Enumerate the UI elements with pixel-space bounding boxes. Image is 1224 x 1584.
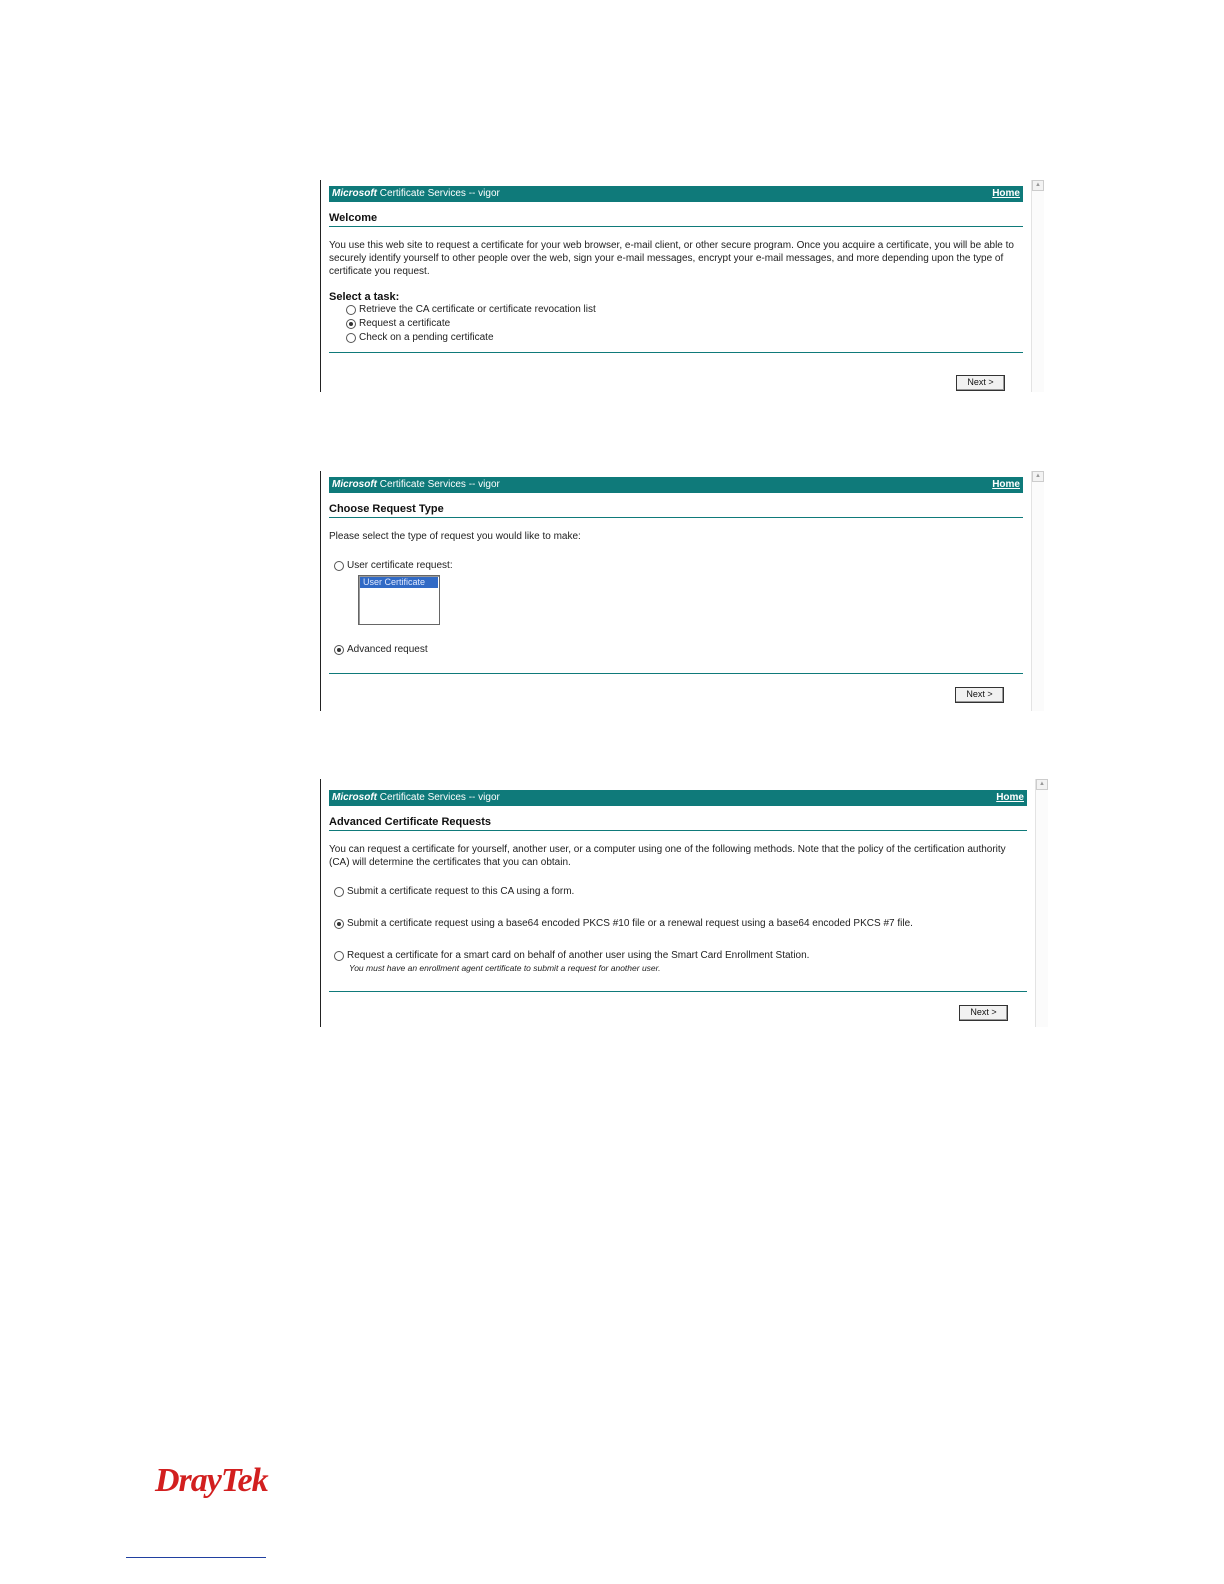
home-link[interactable]: Home	[992, 186, 1020, 202]
welcome-screenshot: ▲ Microsoft Certificate Services -- vigo…	[320, 180, 1044, 392]
option-submit-form[interactable]: Submit a certificate request to this CA …	[334, 885, 1027, 899]
option-request-certificate[interactable]: Request a certificate	[346, 317, 1023, 331]
option-user-certificate[interactable]: User certificate request:	[334, 559, 1023, 573]
separator: --	[468, 479, 476, 490]
microsoft-label: Microsoft	[332, 792, 377, 803]
certificate-type-list[interactable]: User Certificate	[358, 575, 440, 625]
header-bar: Microsoft Certificate Services -- vigor …	[329, 477, 1023, 493]
radio-button-selected[interactable]	[334, 645, 344, 655]
advanced-request-screenshot: ▲ Microsoft Certificate Services -- vigo…	[320, 779, 1048, 1027]
instructions-text: Please select the type of request you wo…	[329, 531, 581, 542]
option-advanced-request[interactable]: Advanced request	[334, 643, 1023, 657]
window-edge	[320, 180, 321, 392]
ca-name: vigor	[478, 479, 500, 490]
service-label: Certificate Services	[379, 188, 466, 199]
divider	[329, 673, 1023, 674]
option-retrieve-ca[interactable]: Retrieve the CA certificate or certifica…	[346, 303, 1023, 317]
microsoft-label: Microsoft	[332, 479, 377, 490]
radio-button-selected[interactable]	[334, 919, 344, 929]
home-link[interactable]: Home	[992, 477, 1020, 493]
radio-button[interactable]	[334, 561, 344, 571]
list-item[interactable]: User Certificate	[360, 577, 438, 588]
home-link[interactable]: Home	[996, 790, 1024, 806]
radio-button[interactable]	[346, 305, 356, 315]
enrollment-note: You must have an enrollment agent certif…	[349, 963, 661, 973]
divider	[329, 991, 1027, 992]
separator: --	[468, 792, 476, 803]
instructions-text: You can request a certificate for yourse…	[329, 844, 1006, 868]
page-title: Welcome	[329, 212, 1023, 227]
request-type-screenshot: ▲ Microsoft Certificate Services -- vigo…	[320, 471, 1044, 711]
next-button[interactable]: Next >	[959, 1005, 1008, 1021]
window-edge	[320, 471, 321, 711]
scrollbar[interactable]: ▲	[1031, 180, 1044, 392]
header-bar: Microsoft Certificate Services -- vigor …	[329, 790, 1027, 806]
scroll-up-icon[interactable]: ▲	[1032, 471, 1044, 482]
next-button[interactable]: Next >	[955, 687, 1004, 703]
radio-button[interactable]	[334, 951, 344, 961]
radio-button[interactable]	[334, 887, 344, 897]
option-submit-pkcs[interactable]: Submit a certificate request using a bas…	[334, 917, 1027, 931]
divider	[329, 352, 1023, 353]
next-button[interactable]: Next >	[956, 375, 1005, 391]
task-title: Select a task:	[329, 291, 400, 303]
scroll-up-icon[interactable]: ▲	[1032, 180, 1044, 191]
header-bar: Microsoft Certificate Services -- vigor …	[329, 186, 1023, 202]
ca-name: vigor	[478, 792, 500, 803]
page-title: Choose Request Type	[329, 503, 1023, 518]
service-label: Certificate Services	[379, 792, 466, 803]
ca-name: vigor	[478, 188, 500, 199]
option-check-pending[interactable]: Check on a pending certificate	[346, 331, 1023, 345]
page-title: Advanced Certificate Requests	[329, 816, 1027, 831]
draytek-logo: DrayTek	[155, 1462, 269, 1499]
scroll-up-icon[interactable]: ▲	[1036, 779, 1048, 790]
footer-link-line	[126, 1557, 266, 1558]
service-label: Certificate Services	[379, 479, 466, 490]
option-smart-card[interactable]: Request a certificate for a smart card o…	[334, 949, 1027, 963]
microsoft-label: Microsoft	[332, 188, 377, 199]
separator: --	[468, 188, 476, 199]
window-edge	[320, 779, 321, 1027]
scrollbar[interactable]: ▲	[1031, 471, 1044, 711]
radio-button-selected[interactable]	[346, 319, 356, 329]
welcome-text: You use this web site to request a certi…	[329, 240, 1014, 277]
radio-button[interactable]	[346, 333, 356, 343]
scrollbar[interactable]: ▲	[1035, 779, 1048, 1027]
